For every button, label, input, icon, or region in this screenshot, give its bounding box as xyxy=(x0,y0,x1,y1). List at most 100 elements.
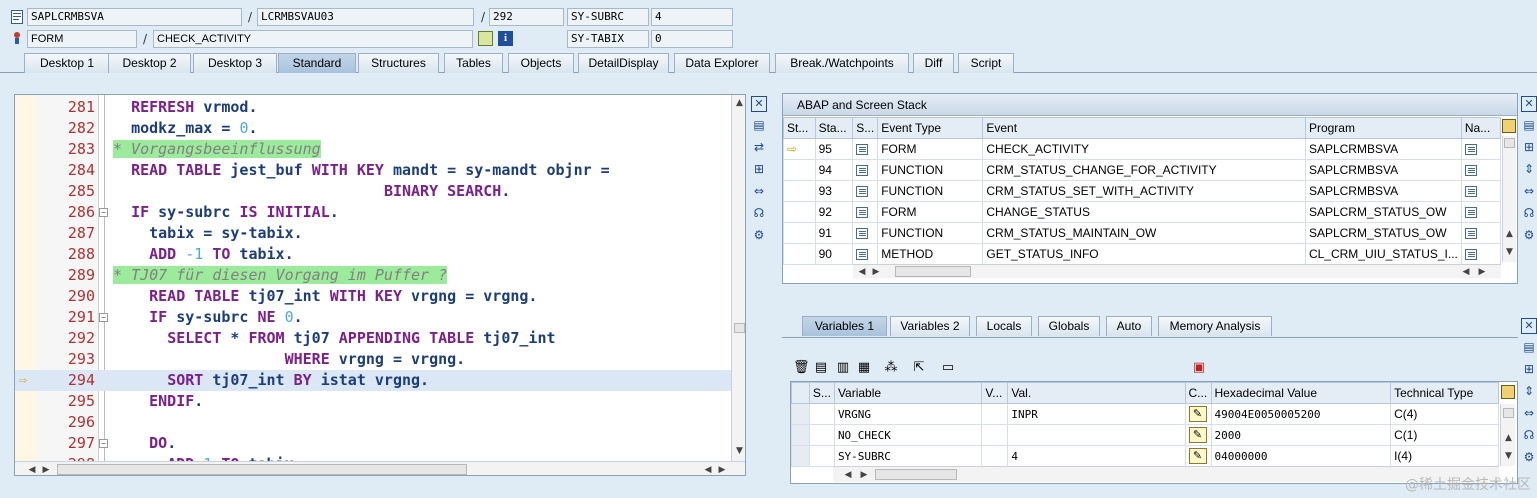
scroll-down-icon[interactable]: ▼ xyxy=(1503,450,1514,462)
scroll-right-icon[interactable]: ▶ xyxy=(859,469,869,481)
navigate-icon[interactable] xyxy=(1464,249,1477,261)
variables-vertical-scrollbar[interactable]: ▲ ▼ xyxy=(1500,404,1515,466)
navigate-icon[interactable] xyxy=(1464,228,1477,240)
scroll-up-icon[interactable]: ▲ xyxy=(1503,432,1514,444)
pencil-icon[interactable]: ✎ xyxy=(1188,448,1207,464)
column-header[interactable]: S... xyxy=(852,117,879,139)
row-selector[interactable] xyxy=(791,445,810,467)
navigate-icon[interactable]: ⇱ xyxy=(911,360,927,376)
new-tool-icon[interactable]: ▤ xyxy=(751,117,767,133)
tab-data-explorer[interactable]: Data Explorer xyxy=(674,53,770,73)
source-code-editor[interactable]: 281 REFRESH vrmod. 282 modkz_max = 0. 283 *… xyxy=(14,94,746,476)
code-line[interactable]: 286− IF sy-subrc IS INITIAL. xyxy=(15,202,731,223)
stack-vertical-scrollbar[interactable]: ▲ ▼ xyxy=(1502,136,1516,262)
scroll-right-icon[interactable]: ▶ xyxy=(41,464,51,475)
navigate-icon[interactable] xyxy=(1464,186,1477,198)
stack-row[interactable]: 91 FUNCTION CRM_STATUS_MAINTAIN_OW SAPLCRM_… xyxy=(783,222,1502,244)
fold-toggle-icon[interactable]: − xyxy=(99,439,108,448)
maximize-icon[interactable]: ⊞ xyxy=(1521,139,1537,155)
navigate-cell[interactable] xyxy=(1460,222,1502,244)
stack-row[interactable]: 92 FORM CHANGE_STATUS SAPLCRM_STATUS_OW xyxy=(783,201,1502,223)
scroll-thumb[interactable] xyxy=(734,323,745,333)
scroll-left-icon[interactable]: ◀ xyxy=(1461,266,1471,278)
tab-desktop-1[interactable]: Desktop 1 xyxy=(24,53,110,73)
expand-width-icon[interactable]: ⇔ xyxy=(1521,183,1537,199)
column-header[interactable]: Event Type xyxy=(877,117,984,139)
pencil-icon[interactable]: ✎ xyxy=(1188,406,1207,422)
navigate-cell[interactable] xyxy=(1460,159,1502,181)
stack-row[interactable]: 90 METHOD GET_STATUS_INFO CL_CRM_UIU_STATUS… xyxy=(783,243,1502,265)
display-icon[interactable] xyxy=(478,31,493,46)
scroll-right-icon[interactable]: ▶ xyxy=(871,266,881,278)
tab-script[interactable]: Script xyxy=(958,53,1014,73)
tab-variables-2[interactable]: Variables 2 xyxy=(890,316,970,336)
scroll-left-icon[interactable]: ◀ xyxy=(857,266,867,278)
tab-variables-1[interactable]: Variables 1 xyxy=(802,316,887,336)
variable-row[interactable]: VRGNG INPR ✎ 49004E0050005200 C(4) xyxy=(791,403,1499,425)
event-field[interactable]: CHECK_ACTIVITY xyxy=(153,30,473,48)
scroll-down-icon[interactable]: ▼ xyxy=(1504,246,1515,258)
scroll-down-icon[interactable]: ▼ xyxy=(734,445,745,457)
pencil-icon[interactable]: ✎ xyxy=(1188,427,1207,443)
tab-breakpoints-watchpoints[interactable]: Break./Watchpoints xyxy=(775,53,909,73)
info-icon[interactable]: i xyxy=(498,31,513,46)
settings-icon[interactable]: ⚙ xyxy=(1521,227,1537,243)
code-line[interactable]: 293 WHERE vrgng = vrgng. xyxy=(15,349,731,370)
fold-toggle-icon[interactable]: − xyxy=(99,208,108,217)
column-header[interactable]: C... xyxy=(1184,382,1212,404)
code-line[interactable]: 297− DO. xyxy=(15,433,731,454)
columns-icon[interactable]: ⁂ xyxy=(883,360,899,376)
new-tool-icon[interactable]: ▤ xyxy=(1521,117,1537,133)
code-line[interactable]: 281 REFRESH vrmod. xyxy=(15,97,731,118)
tab-globals[interactable]: Globals xyxy=(1038,316,1100,336)
variable-value[interactable]: 4 xyxy=(1007,445,1186,467)
settings-icon[interactable]: ⚙ xyxy=(751,227,767,243)
new-tool-icon[interactable]: ▤ xyxy=(1521,339,1537,355)
layout-icon[interactable] xyxy=(1501,385,1515,399)
scroll-thumb[interactable] xyxy=(1504,138,1515,148)
column-header[interactable]: V... xyxy=(981,382,1009,404)
code-line[interactable]: 284 READ TABLE jest_buf WITH KEY mandt =… xyxy=(15,160,731,181)
navigate-cell[interactable] xyxy=(1460,138,1502,160)
change-cell[interactable]: ✎ xyxy=(1184,424,1212,446)
code-line[interactable]: 296 xyxy=(15,412,731,433)
column-header[interactable]: Val. xyxy=(1007,382,1186,404)
variable-name[interactable]: VRGNG xyxy=(833,403,983,425)
navigate-icon[interactable] xyxy=(1464,144,1477,156)
save-variables-icon[interactable]: ▤ xyxy=(813,360,829,376)
code-line[interactable]: 292 SELECT * FROM tj07 APPENDING TABLE t… xyxy=(15,328,731,349)
stack-row[interactable]: 93 FUNCTION CRM_STATUS_SET_WITH_ACTIVITY SA… xyxy=(783,180,1502,202)
code-line[interactable]: 288 ADD -1 TO tabix. xyxy=(15,244,731,265)
maximize-icon[interactable]: ⊞ xyxy=(751,161,767,177)
variable-value[interactable]: INPR xyxy=(1007,403,1186,425)
column-header[interactable]: S... xyxy=(808,382,835,404)
expand-width-icon[interactable]: ⇔ xyxy=(1521,405,1537,421)
scroll-thumb[interactable] xyxy=(895,266,971,277)
code-line[interactable]: 295 ENDIF. xyxy=(15,391,731,412)
variable-value[interactable] xyxy=(1007,424,1186,446)
program-field[interactable]: SAPLCRMBSVA xyxy=(27,8,242,26)
settings-icon[interactable]: ⚙ xyxy=(1521,449,1537,465)
services-icon[interactable]: ☊ xyxy=(1521,205,1537,221)
column-header[interactable]: Program xyxy=(1304,117,1462,139)
delete-icon[interactable]: 🗑 xyxy=(793,360,810,376)
change-cell[interactable]: ✎ xyxy=(1184,403,1212,425)
change-cell[interactable]: ✎ xyxy=(1184,445,1212,467)
folder-icon[interactable]: ▭ xyxy=(940,360,956,376)
column-header[interactable]: St... xyxy=(783,117,816,139)
navigate-icon[interactable] xyxy=(1464,207,1477,219)
editor-horizontal-scrollbar[interactable]: ◀ ▶ ◀ ▶ xyxy=(15,461,745,475)
tab-desktop-2[interactable]: Desktop 2 xyxy=(108,53,191,73)
expand-width-icon[interactable]: ⇔ xyxy=(751,183,767,199)
code-line[interactable]: 283 * Vorgangsbeeinflussung xyxy=(15,139,731,160)
column-header[interactable]: Event xyxy=(982,117,1306,139)
line-field[interactable]: 292 xyxy=(489,8,564,26)
services-icon[interactable]: ☊ xyxy=(751,205,767,221)
maximize-icon[interactable]: ⊞ xyxy=(1521,361,1537,377)
scroll-thumb[interactable] xyxy=(875,469,957,480)
navigate-icon[interactable] xyxy=(1464,165,1477,177)
tab-detaildisplay[interactable]: DetailDisplay xyxy=(578,53,669,73)
close-icon[interactable]: ✕ xyxy=(1521,96,1537,112)
navigate-cell[interactable] xyxy=(1460,180,1502,202)
variables-horizontal-scrollbar[interactable]: ◀ ▶ xyxy=(833,466,1499,482)
